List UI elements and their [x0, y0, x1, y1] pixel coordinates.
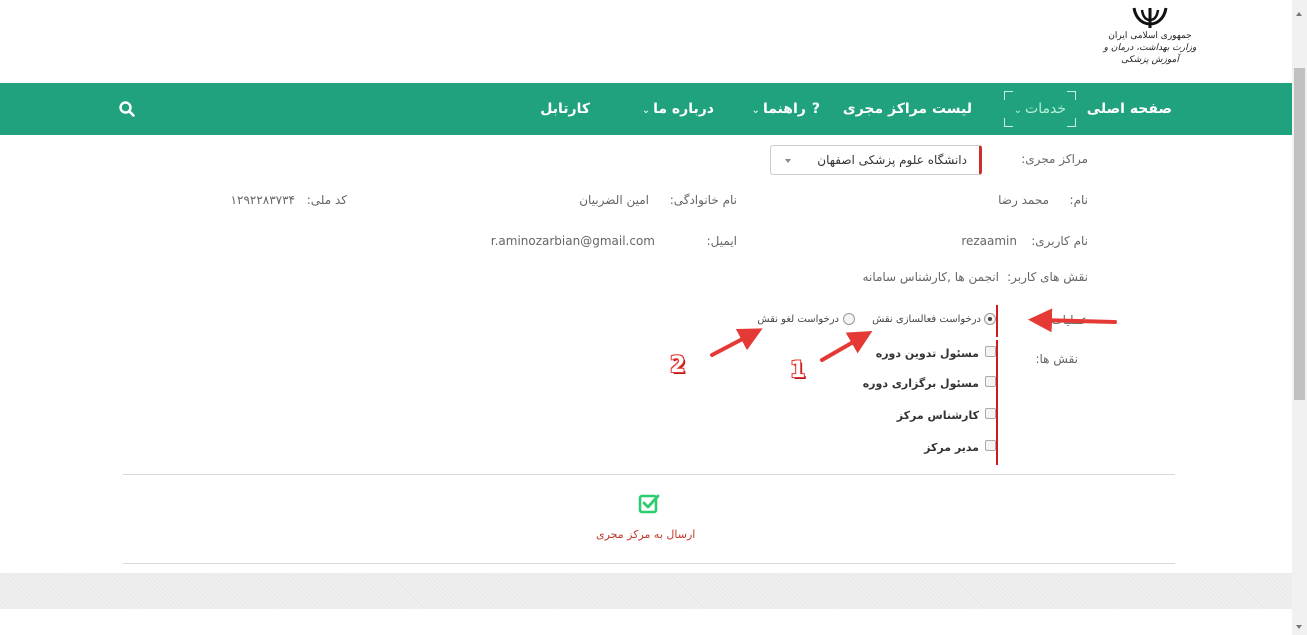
annotation-number-1: 1 — [790, 358, 806, 383]
annotation-number-2: 2 — [670, 353, 686, 378]
arrow-to-operations — [1028, 308, 1117, 333]
arrow-1 — [820, 331, 873, 362]
annotation-arrows — [710, 308, 1117, 362]
arrow-2 — [710, 328, 763, 357]
